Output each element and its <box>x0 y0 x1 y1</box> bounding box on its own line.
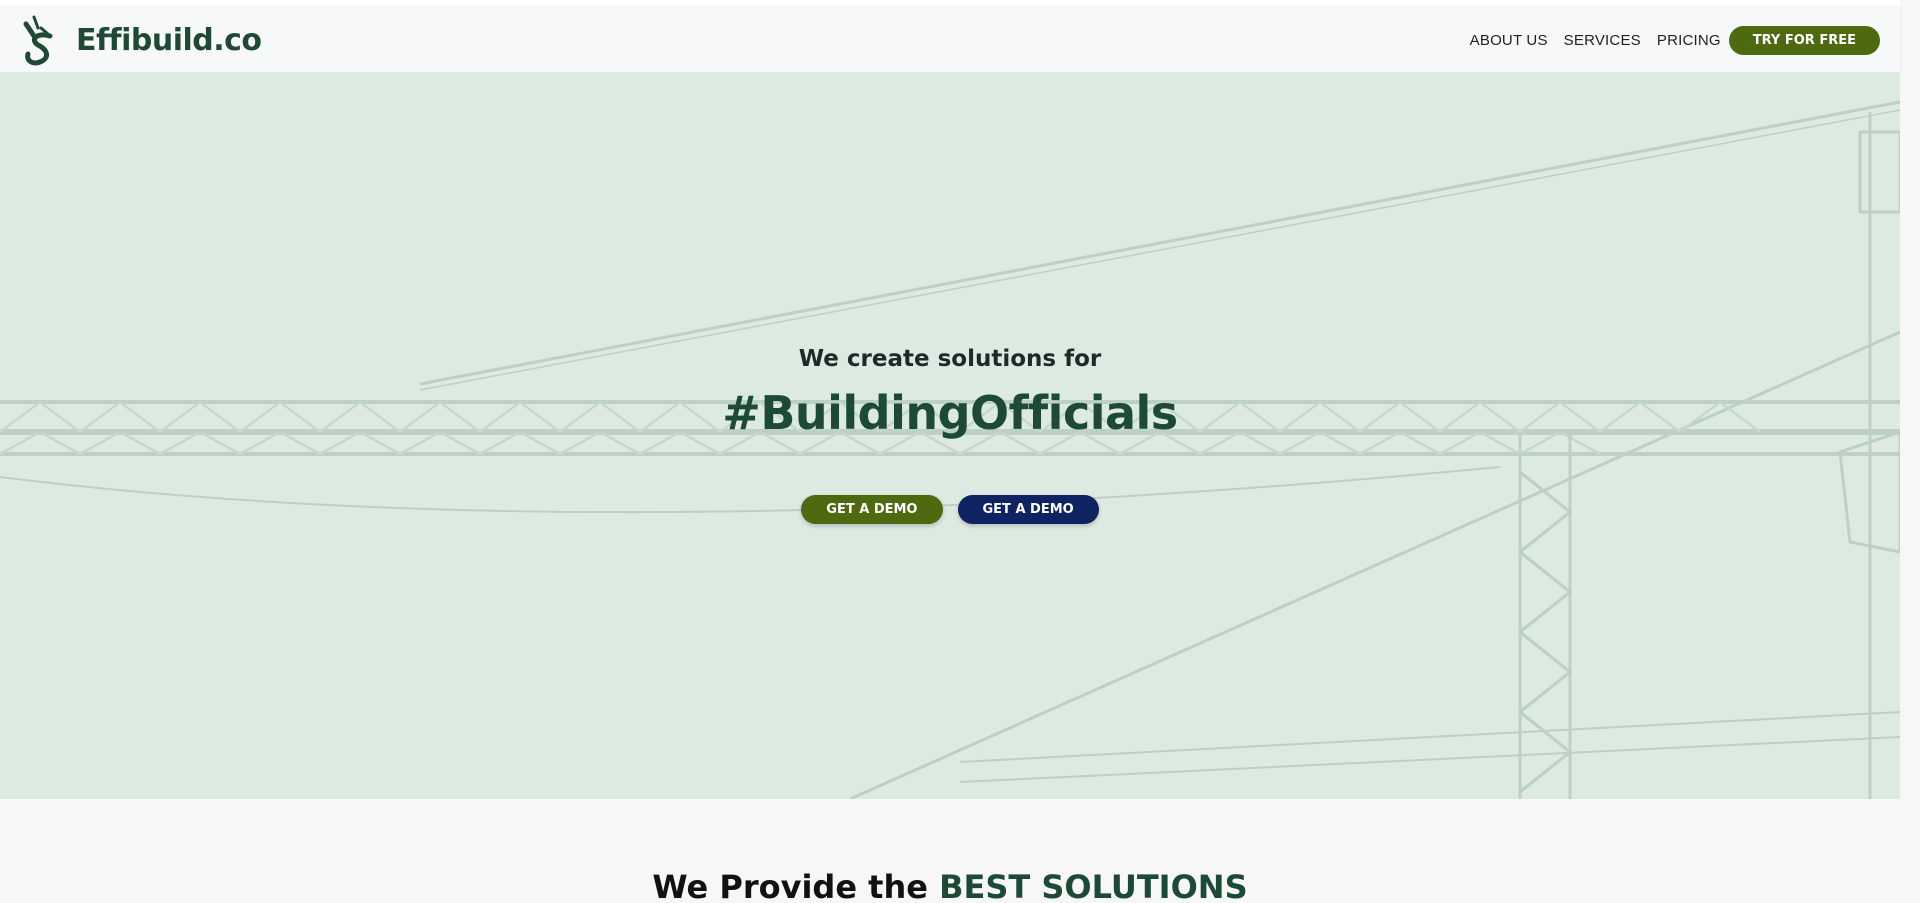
page-scrollbar[interactable] <box>1900 72 1920 799</box>
effibuild-logo-icon <box>23 15 53 66</box>
nav-services-link[interactable]: SERVICES <box>1564 32 1641 49</box>
hero-section: We create solutions for #BuildingOfficia… <box>0 72 1900 799</box>
get-a-demo-primary-button[interactable]: GET A DEMO <box>801 495 943 524</box>
brand-name: Effibuild.co <box>76 22 262 58</box>
page: Effibuild.co ABOUT US SERVICES PRICING T… <box>0 0 1920 903</box>
main-nav: ABOUT US SERVICES PRICING TRY FOR FREE <box>1454 26 1880 55</box>
hero-title: #BuildingOfficials <box>722 386 1178 440</box>
top-strip <box>0 0 1900 8</box>
get-a-demo-secondary-button[interactable]: GET A DEMO <box>957 495 1099 524</box>
nav-about-us-link[interactable]: ABOUT US <box>1470 32 1548 49</box>
nav-pricing-link[interactable]: PRICING <box>1657 32 1721 49</box>
site-header: Effibuild.co ABOUT US SERVICES PRICING T… <box>0 8 1900 72</box>
hero-subtitle: We create solutions for <box>798 346 1102 372</box>
hero-button-group: GET A DEMO GET A DEMO <box>0 495 1900 524</box>
brand-link[interactable]: Effibuild.co <box>20 14 262 66</box>
hero-content: We create solutions for #BuildingOfficia… <box>0 72 1900 799</box>
try-for-free-button[interactable]: TRY FOR FREE <box>1728 26 1880 55</box>
section-title-prefix: We Provide the <box>652 868 940 903</box>
section-title-accent: BEST SOLUTIONS <box>939 868 1248 903</box>
solutions-section-title: We Provide the BEST SOLUTIONS <box>0 868 1900 903</box>
